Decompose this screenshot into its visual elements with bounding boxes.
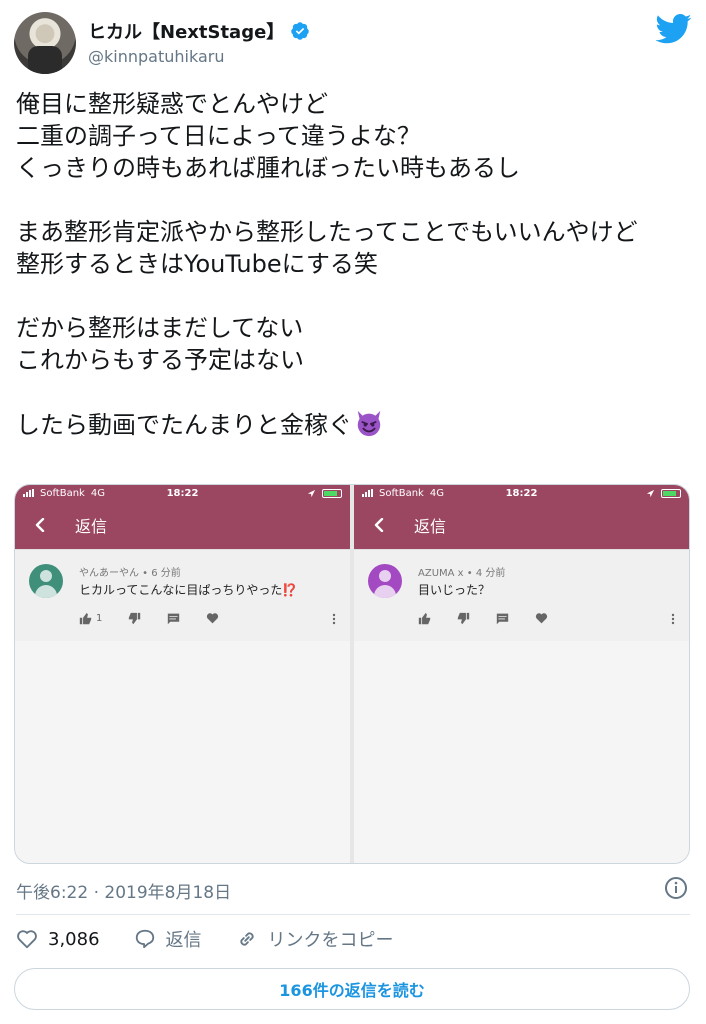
phone-status-bar: SoftBank 4G 18:22 (15, 485, 350, 501)
heart-icon (207, 613, 219, 624)
like-button[interactable]: 3,086 (16, 928, 100, 950)
status-time: 18:22 (505, 487, 538, 499)
comment-meta: やんあーやん • 6 分前 (79, 568, 181, 579)
comment-text: ヒカルってこんなに目ぱっちりやった⁉️ (79, 583, 298, 597)
tweet-line: くっきりの時もあれば腫れぼったい時もあるし (16, 154, 520, 182)
twitter-bird-icon[interactable] (656, 14, 692, 44)
verified-badge-icon (291, 22, 310, 40)
comment-icon (496, 613, 509, 625)
tweet-header: ヒカル【NextStage】 @kinnpatuhikaru (14, 12, 692, 76)
display-name[interactable]: ヒカル【NextStage】 (88, 18, 284, 44)
thumbs-up-icon (79, 612, 92, 625)
reply-button[interactable]: 返信 (134, 926, 202, 952)
smiling-face-with-horns-icon (357, 410, 381, 437)
back-arrow-icon[interactable] (33, 518, 47, 532)
commenter-avatar[interactable] (29, 564, 63, 598)
link-icon (239, 932, 254, 946)
thumbs-up-button[interactable] (418, 612, 431, 625)
media-screenshot[interactable]: SoftBank 4G 18:22 返信 やんあーやん • 6 分前 ヒカルって… (15, 485, 350, 863)
more-vertical-icon[interactable] (671, 613, 675, 625)
more-vertical-icon[interactable] (332, 613, 336, 625)
tweet-text: 俺目に整形疑惑でとんやけど 二重の調子って日によって違うよな？ くっきりの時もあ… (16, 88, 692, 441)
copy-link-button[interactable]: リンクをコピー (236, 926, 394, 952)
comment-item: AZUMA x • 4 分前 目いじった？ (354, 549, 689, 641)
thumbs-up-button[interactable]: 1 (79, 612, 102, 625)
tweet-line: 二重の調子って日によって違うよな？ (16, 122, 421, 150)
heart-button[interactable] (535, 612, 548, 625)
tweet-line: だから整形はまだしてない (16, 314, 304, 342)
info-icon[interactable] (664, 876, 688, 900)
reply-button[interactable] (167, 612, 180, 625)
comment-meta: AZUMA x • 4 分前 (418, 568, 506, 579)
tweet-line: これからもする予定はない (16, 346, 304, 374)
tweet-line: したら動画でたんまりと金稼ぐ (16, 411, 352, 439)
thumbs-down-icon (457, 612, 470, 625)
divider (16, 914, 690, 915)
copy-link-label: リンクをコピー (267, 930, 394, 951)
status-time: 18:22 (166, 487, 199, 499)
app-bar: 返信 (354, 501, 689, 549)
profile-avatar[interactable] (14, 12, 76, 74)
tweet-line: 整形するときはYouTubeにする笑 (16, 250, 378, 278)
app-bar: 返信 (15, 501, 350, 549)
phone-status-bar: SoftBank 4G 18:22 (354, 485, 689, 501)
media-screenshot[interactable]: SoftBank 4G 18:22 返信 AZUMA x • 4 分前 目いじっ… (354, 485, 689, 863)
tweet-media[interactable]: SoftBank 4G 18:22 返信 やんあーやん • 6 分前 ヒカルって… (14, 484, 690, 864)
back-arrow-icon[interactable] (372, 518, 386, 532)
comment-actions: 1 (79, 612, 336, 625)
handle[interactable]: @kinnpatuhikaru (88, 47, 224, 66)
comment-icon (168, 613, 180, 625)
read-replies-button[interactable]: 166件の返信を読む (14, 968, 690, 1010)
tweet-actions: 3,086 返信 リンクをコピー (16, 926, 394, 952)
tweet-line: 俺目に整形疑惑でとんやけど (16, 90, 328, 118)
comment-actions (418, 612, 675, 625)
thumbs-down-button[interactable] (457, 612, 470, 625)
heart-icon (535, 613, 548, 624)
reply-bubble-icon (135, 929, 154, 949)
app-bar-title: 返信 (75, 517, 108, 536)
thumbs-down-button[interactable] (128, 612, 141, 625)
tweet-line: まあ整形肯定派やから整形したってことでもいいんやけど (16, 218, 638, 246)
name-row: ヒカル【NextStage】 (88, 18, 310, 44)
tweet-timestamp[interactable]: 午後6:22 · 2019年8月18日 (16, 878, 231, 903)
like-count: 3,086 (48, 928, 100, 950)
heart-outline-icon (17, 930, 37, 949)
app-bar-title: 返信 (414, 517, 447, 536)
heart-button[interactable] (206, 612, 219, 625)
commenter-avatar[interactable] (368, 564, 402, 598)
tweet-line-last: したら動画でたんまりと金稼ぐ (16, 408, 692, 441)
reply-button[interactable] (496, 612, 509, 625)
reply-label: 返信 (165, 930, 202, 951)
comment-text: 目いじった？ (418, 583, 491, 597)
thumbs-down-icon (129, 612, 141, 625)
comment-item: やんあーやん • 6 分前 ヒカルってこんなに目ぱっちりやった⁉️ 1 (15, 549, 350, 641)
thumbs-up-icon (418, 612, 431, 625)
like-count: 1 (96, 613, 103, 624)
